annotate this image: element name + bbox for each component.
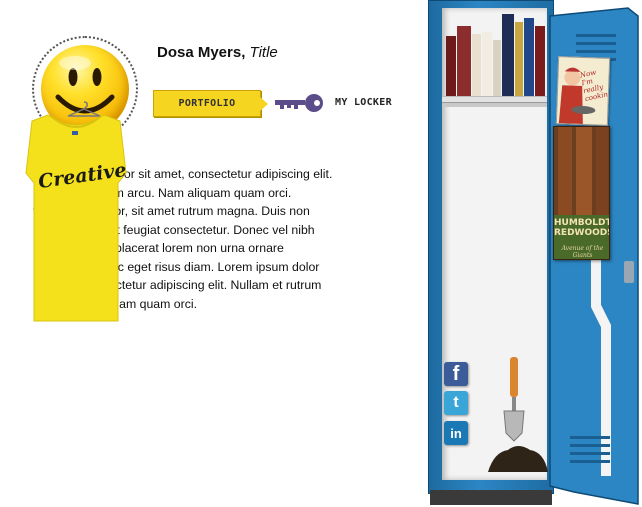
- book: [472, 34, 481, 96]
- linkedin-icon[interactable]: in: [444, 421, 468, 445]
- profile-name-line: Dosa Myers, Title: [157, 44, 278, 61]
- t-shirt: [25, 114, 127, 322]
- book: [535, 26, 545, 96]
- redwood-trees-illustration: [554, 127, 609, 259]
- poster-cooking-text: Now I'm really cooking!: [579, 68, 611, 104]
- locker-base: [430, 490, 552, 505]
- dirt-pile: [488, 446, 548, 472]
- book: [482, 32, 492, 96]
- book: [524, 18, 534, 96]
- poster-cooking: Now I'm really cooking!: [555, 56, 611, 126]
- my-locker-link[interactable]: MY LOCKER: [335, 97, 392, 108]
- locker-shelf: [442, 96, 547, 103]
- book: [457, 26, 471, 96]
- facebook-icon[interactable]: f: [444, 362, 468, 386]
- trowel-icon: [503, 357, 525, 442]
- poster-redwoods-subtitle: Avenue of the Giants: [561, 245, 604, 259]
- key-icon: [275, 94, 323, 112]
- book: [446, 36, 456, 96]
- profile-title: Title: [249, 44, 278, 61]
- twitter-icon[interactable]: t: [444, 391, 468, 415]
- poster-redwoods: HUMBOLDT REDWOODS Avenue of the Giants: [553, 126, 610, 260]
- book: [515, 22, 523, 96]
- profile-name: Dosa Myers,: [157, 44, 246, 61]
- portfolio-button[interactable]: PORTFOLIO: [153, 90, 268, 117]
- hanging-rod: [442, 103, 547, 107]
- poster-redwoods-title: HUMBOLDT REDWOODS: [554, 218, 610, 238]
- book-row: [444, 12, 546, 96]
- book: [502, 14, 514, 96]
- book: [493, 40, 501, 96]
